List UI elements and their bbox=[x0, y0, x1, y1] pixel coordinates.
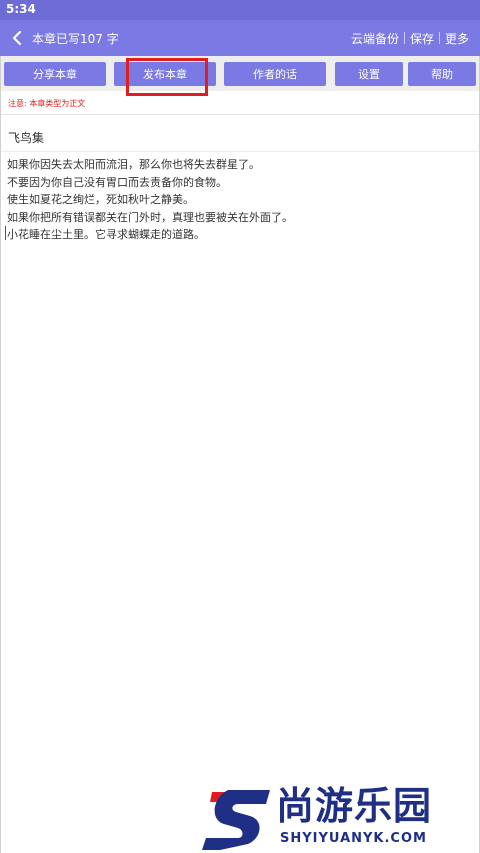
watermark: 尚游乐园 SHYIYUANYK.COM bbox=[198, 784, 480, 853]
body-line: 如果你因失去太阳而流泪，那么你也将失去群星了。 bbox=[7, 158, 260, 171]
chapter-toolbar: 分享本章 发布本章 作者的话 设置 帮助 bbox=[0, 56, 480, 91]
watermark-en-text: SHYIYUANYK.COM bbox=[280, 831, 427, 846]
app-header: 本章已写107 字 云端备份 保存 更多 bbox=[0, 20, 480, 56]
save-button[interactable]: 保存 bbox=[405, 30, 439, 47]
body-line: 如果你把所有错误都关在门外时，真理也要被关在外面了。 bbox=[7, 210, 293, 224]
body-line: 不要因为你自己没有胃口而去责备你的食物。 bbox=[7, 175, 227, 189]
cloud-backup-button[interactable]: 云端备份 bbox=[346, 30, 404, 47]
chapter-type-notice: 注意: 本章类型为正文 bbox=[8, 99, 86, 108]
header-actions: 云端备份 保存 更多 bbox=[346, 30, 480, 47]
chapter-title-field[interactable]: 飞鸟集 bbox=[8, 129, 44, 146]
word-count-title: 本章已写107 字 bbox=[32, 31, 119, 46]
chevron-left-icon bbox=[12, 30, 22, 46]
share-chapter-button[interactable]: 分享本章 bbox=[4, 61, 106, 86]
body-line: 小花睡在尘土里。它寻求蝴蝶走的道路。 bbox=[7, 228, 205, 241]
watermark-logo-icon bbox=[202, 790, 270, 850]
divider bbox=[0, 151, 480, 152]
watermark-cn-text: 尚游乐园 bbox=[276, 784, 433, 828]
highlight-annotation-box bbox=[126, 58, 208, 96]
chapter-body-editor[interactable]: 如果你因失去太阳而流泪，那么你也将失去群星了。 不要因为你自己没有胃口而去责备你… bbox=[7, 156, 467, 244]
more-button[interactable]: 更多 bbox=[440, 30, 474, 47]
help-button[interactable]: 帮助 bbox=[408, 61, 476, 86]
divider bbox=[0, 114, 480, 115]
back-button[interactable] bbox=[4, 20, 30, 56]
body-line: 使生如夏花之绚烂，死如秋叶之静美。 bbox=[7, 193, 194, 206]
text-cursor bbox=[5, 226, 6, 240]
status-bar: 5:34 bbox=[0, 0, 480, 20]
settings-button[interactable]: 设置 bbox=[335, 61, 403, 86]
status-time: 5:34 bbox=[6, 2, 36, 16]
page-edge bbox=[0, 56, 1, 853]
author-note-button[interactable]: 作者的话 bbox=[224, 61, 326, 86]
